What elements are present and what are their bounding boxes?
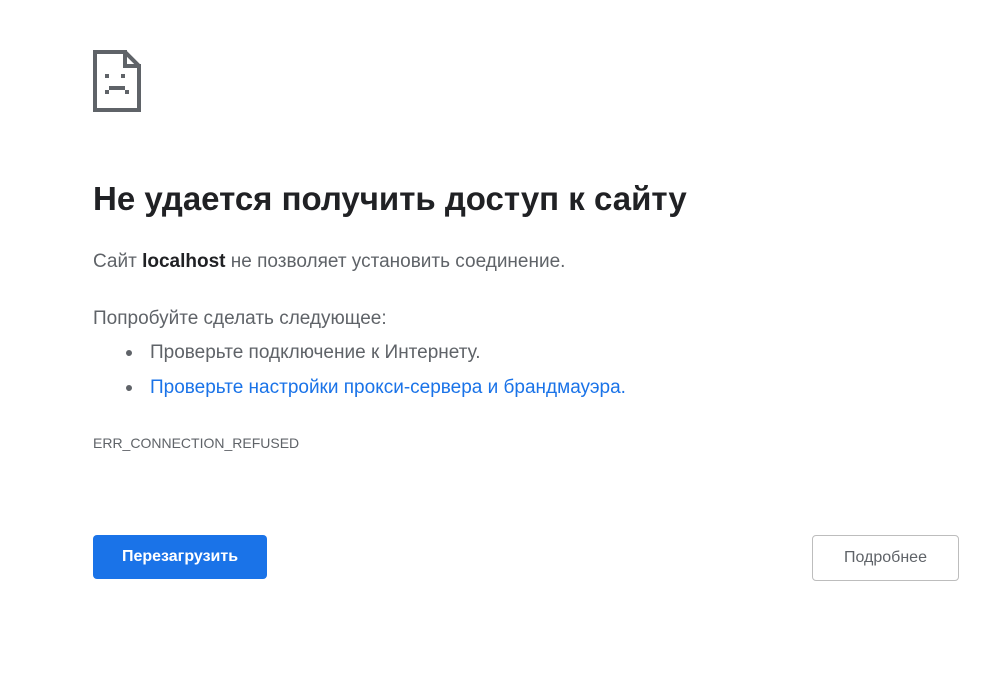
page-title: Не удается получить доступ к сайту (93, 180, 687, 217)
bullet-icon (126, 385, 132, 391)
reload-button[interactable]: Перезагрузить (93, 535, 267, 579)
bullet-icon (126, 350, 132, 356)
details-button[interactable]: Подробнее (812, 535, 959, 581)
error-summary: Сайт localhost не позволяет установить с… (93, 251, 565, 273)
proxy-settings-link[interactable]: Проверьте настройки прокси-сервера и бра… (150, 377, 626, 398)
sad-page-icon (93, 50, 141, 112)
suggestion-item: Проверьте настройки прокси-сервера и бра… (123, 375, 626, 410)
suggestions-list: Проверьте подключение к Интернету. Прове… (123, 340, 626, 410)
error-page: Не удается получить доступ к сайту Сайт … (0, 0, 1000, 689)
suggestion-text: Проверьте подключение к Интернету. (150, 342, 481, 363)
summary-host: localhost (142, 251, 226, 272)
summary-suffix: не позволяет установить соединение. (225, 251, 566, 272)
suggestion-item: Проверьте подключение к Интернету. (123, 340, 626, 375)
summary-prefix: Сайт (93, 251, 143, 272)
error-code: ERR_CONNECTION_REFUSED (93, 435, 300, 451)
suggestions-title: Попробуйте сделать следующее: (93, 308, 387, 329)
